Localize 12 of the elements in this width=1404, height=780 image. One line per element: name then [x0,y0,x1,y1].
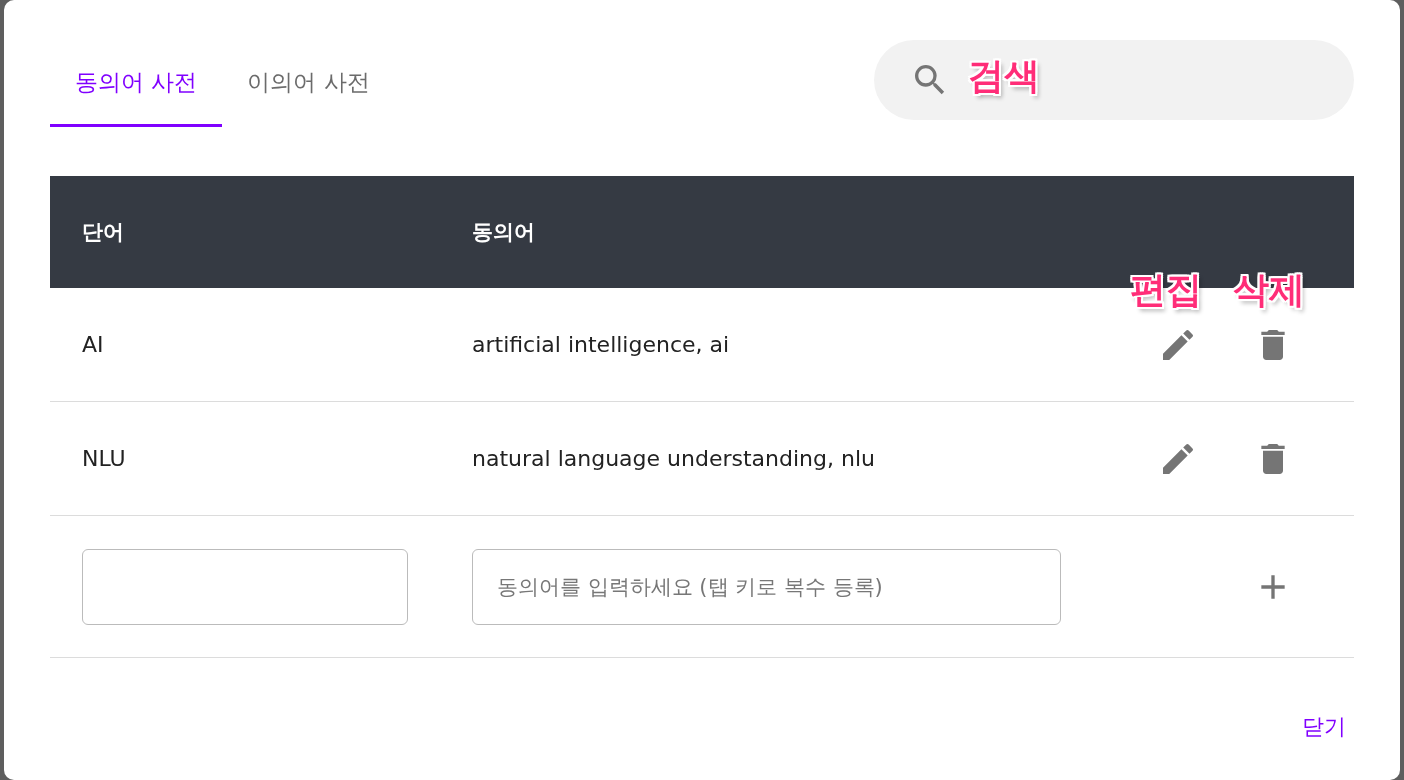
table-cell-text: AI [81,332,105,357]
table-cell-text: NLU [81,446,127,471]
tab[interactable]: 동의어 사전 [50,40,223,127]
close-button[interactable]: 닫기 [1294,704,1354,750]
tab[interactable]: 이의어 사전 [222,40,395,127]
column-header: 단어 [81,219,125,246]
table-cell-text: natural language understanding, nlu [471,446,876,471]
table-cell-text: artificial intelligence, ai [471,332,731,357]
word-input-field[interactable] [82,548,408,625]
synonym-input-field[interactable]: 동의어를 입력하세요 (탭 키로 복수 등록) [472,548,1061,625]
column-header: 동의어 [471,219,536,246]
annotation-label: 검색 [968,54,1040,98]
